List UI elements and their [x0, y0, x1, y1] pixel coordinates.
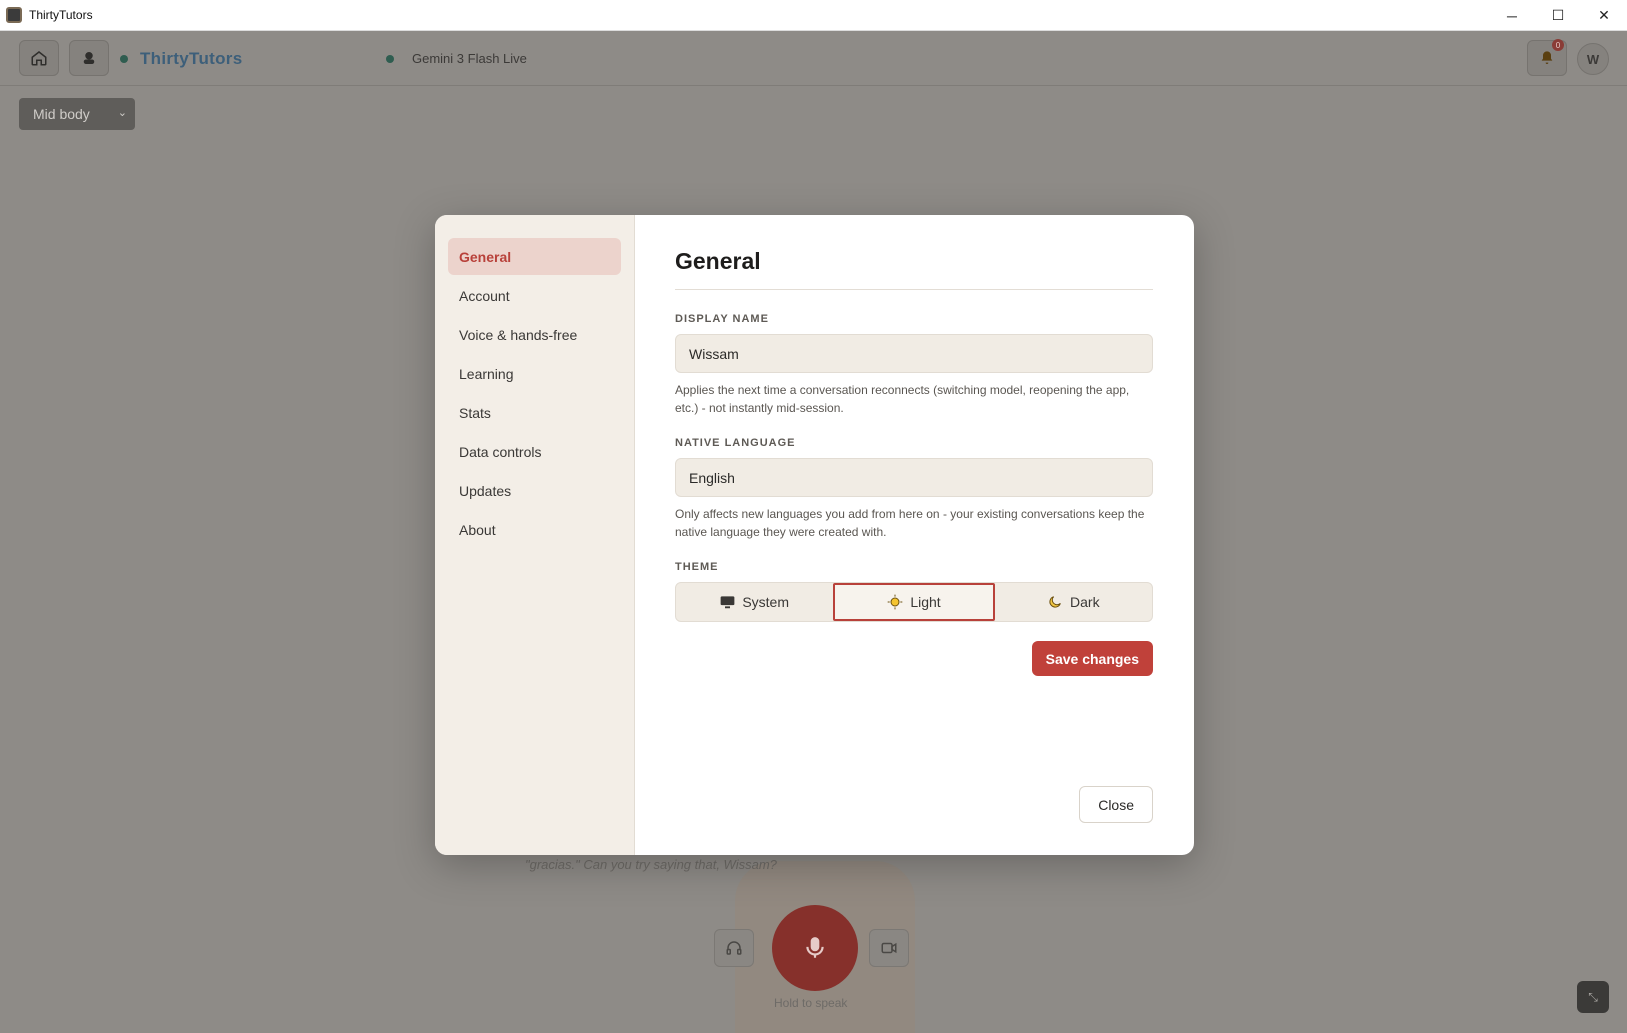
settings-nav: General Account Voice & hands-free Learn…: [435, 215, 635, 855]
theme-option-system[interactable]: System: [676, 583, 833, 621]
user-avatar[interactable]: W: [1577, 43, 1609, 75]
display-name-input[interactable]: Wissam: [675, 334, 1153, 373]
sun-icon: [887, 594, 903, 610]
home-button[interactable]: [19, 40, 59, 76]
theme-selector: System Light Dark: [675, 582, 1153, 622]
theme-option-light[interactable]: Light: [833, 583, 995, 621]
close-button[interactable]: Close: [1079, 786, 1153, 823]
settings-content: General DISPLAY NAME Wissam Applies the …: [635, 215, 1194, 855]
nav-item-learning[interactable]: Learning: [448, 355, 621, 392]
home-icon: [31, 51, 47, 66]
nav-item-general[interactable]: General: [448, 238, 621, 275]
notifications-button[interactable]: 0: [1527, 39, 1567, 76]
conversation-subtitle: "gracias." Can you try saying that, Wiss…: [525, 857, 777, 872]
notification-badge: 0: [1552, 39, 1564, 51]
nav-item-data-controls[interactable]: Data controls: [448, 433, 621, 470]
camera-button[interactable]: [869, 929, 909, 967]
theme-option-label: Dark: [1070, 594, 1100, 610]
microphone-button[interactable]: [772, 905, 858, 991]
display-name-label: DISPLAY NAME: [675, 313, 769, 325]
maximize-button[interactable]: ☐: [1535, 0, 1581, 31]
native-language-input[interactable]: English: [675, 458, 1153, 497]
tutor-avatar-button[interactable]: [69, 40, 109, 76]
nav-item-updates[interactable]: Updates: [448, 472, 621, 509]
tutor-icon: [83, 52, 95, 64]
save-changes-button[interactable]: Save changes: [1031, 641, 1153, 676]
theme-option-label: Light: [910, 594, 941, 610]
headphones-button[interactable]: [714, 929, 754, 967]
settings-modal: General Account Voice & hands-free Learn…: [435, 215, 1194, 855]
collapse-button[interactable]: ⤡: [1577, 981, 1609, 1013]
microphone-icon: [806, 937, 824, 958]
window-titlebar: ThirtyTutors ─ ☐ ✕: [0, 0, 1627, 31]
body-view-select-value: Mid body: [33, 106, 90, 122]
headphones-icon: [726, 941, 742, 955]
native-language-label: NATIVE LANGUAGE: [675, 437, 796, 449]
bell-icon: [1541, 51, 1553, 64]
hold-to-speak-label: Hold to speak: [774, 996, 848, 1010]
app-icon: [6, 7, 22, 23]
native-language-help: Only affects new languages you add from …: [675, 507, 1145, 539]
app-header: ThirtyTutors Gemini 3 Flash Live 0 W: [0, 31, 1627, 86]
nav-item-about[interactable]: About: [448, 511, 621, 548]
nav-item-account[interactable]: Account: [448, 277, 621, 314]
model-label[interactable]: Gemini 3 Flash Live: [412, 51, 527, 66]
monitor-icon: [720, 596, 735, 609]
save-row: Save changes: [675, 641, 1153, 676]
theme-label: THEME: [675, 561, 719, 573]
window-controls: ─ ☐ ✕: [1489, 0, 1627, 31]
display-name-help: Applies the next time a conversation rec…: [675, 383, 1130, 415]
body-view-select[interactable]: Mid body ⌄: [19, 98, 135, 130]
collapse-icon: ⤡: [1588, 989, 1598, 1004]
settings-title: General: [675, 248, 1153, 290]
brand-name: ThirtyTutors: [140, 49, 243, 68]
theme-option-label: System: [742, 594, 789, 610]
moon-icon: [1049, 596, 1061, 608]
chevron-down-icon: ⌄: [117, 107, 127, 119]
window-title: ThirtyTutors: [29, 8, 93, 22]
nav-item-stats[interactable]: Stats: [448, 394, 621, 431]
minimize-button[interactable]: ─: [1489, 0, 1535, 31]
nav-item-voice[interactable]: Voice & hands-free: [448, 316, 621, 353]
theme-option-dark[interactable]: Dark: [995, 583, 1152, 621]
connection-status-dot: [120, 55, 128, 63]
video-camera-icon: [881, 942, 897, 954]
model-status-dot: [386, 55, 394, 63]
close-window-button[interactable]: ✕: [1581, 0, 1627, 31]
